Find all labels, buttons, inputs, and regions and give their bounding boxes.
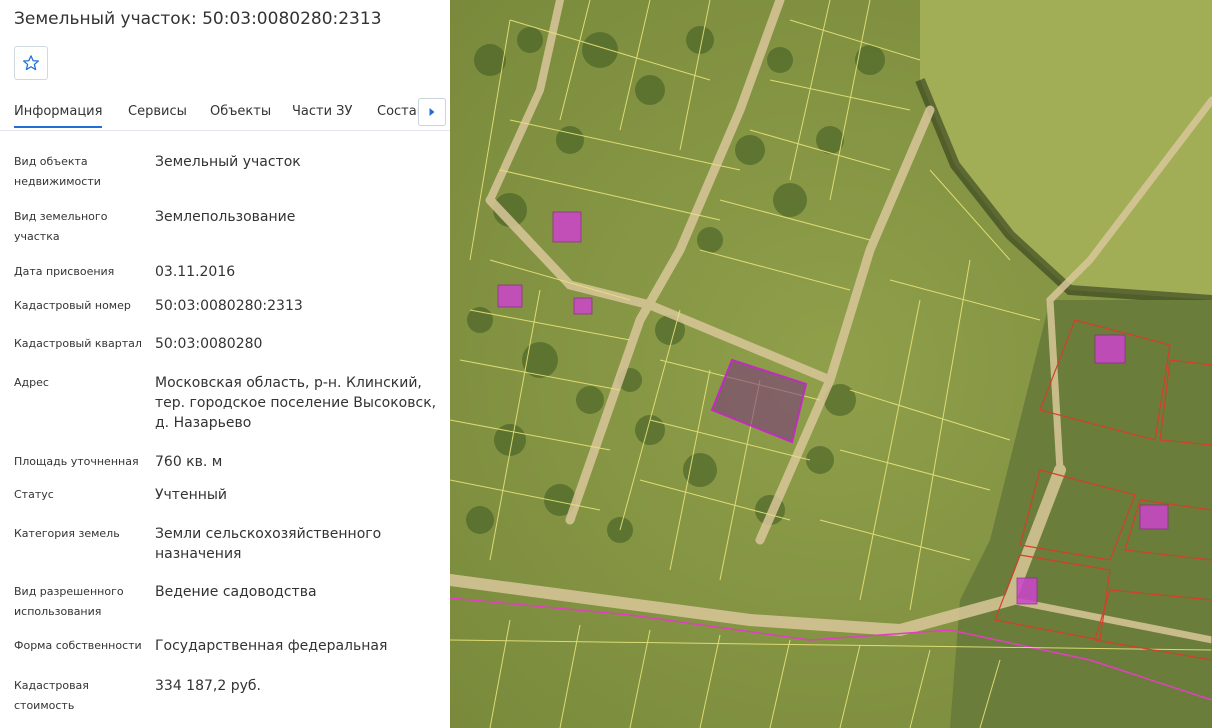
page-title: Земельный участок: 50:03:0080280:2313: [14, 9, 382, 29]
tab-land-parts[interactable]: Части ЗУ: [292, 104, 352, 119]
field-value: 334 187,2 руб.: [155, 678, 261, 694]
field-label: Категория земель: [14, 527, 120, 540]
field-value: 50:03:0080280: [155, 336, 263, 352]
tab-bar: Информация Сервисы Объекты Части ЗУ Сост…: [0, 96, 450, 131]
favorite-button[interactable]: [14, 46, 48, 80]
map-view[interactable]: [450, 0, 1212, 728]
field-label: Статус: [14, 488, 54, 501]
info-panel: Земельный участок: 50:03:0080280:2313 Ин…: [0, 0, 450, 728]
field-value: Земли сельскохозяйственного назначения: [155, 526, 382, 562]
field-label: Вид объекта недвижимости: [14, 155, 101, 188]
field-label: Адрес: [14, 376, 49, 389]
caret-right-icon: [428, 107, 436, 117]
field-label: Дата присвоения: [14, 265, 115, 278]
field-value: 03.11.2016: [155, 264, 236, 280]
field-value: 760 кв. м: [155, 454, 223, 470]
field-label: Площадь уточненная: [14, 455, 139, 468]
field-value: Ведение садоводства: [155, 584, 317, 600]
field-value: Государственная федеральная: [155, 638, 388, 654]
field-label: Форма собственности: [14, 639, 142, 652]
field-value: Учтенный: [155, 487, 228, 503]
field-value: Московская область, р-н. Клинский, тер. …: [155, 375, 437, 431]
tab-objects[interactable]: Объекты: [210, 104, 271, 119]
field-value: 50:03:0080280:2313: [155, 298, 303, 314]
field-value: Земельный участок: [155, 154, 301, 170]
field-label: Вид разрешенного использования: [14, 585, 124, 618]
field-label: Кадастровая стоимость: [14, 679, 89, 712]
tab-services[interactable]: Сервисы: [128, 104, 187, 119]
field-label: Кадастровый номер: [14, 299, 131, 312]
star-outline-icon: [22, 54, 40, 72]
field-label: Вид земельного участка: [14, 210, 108, 243]
field-label: Кадастровый квартал: [14, 337, 142, 350]
tabs-next-button[interactable]: [418, 98, 446, 126]
satellite-map[interactable]: [450, 0, 1212, 728]
tab-information[interactable]: Информация: [14, 104, 103, 128]
field-value: Землепользование: [155, 209, 296, 225]
